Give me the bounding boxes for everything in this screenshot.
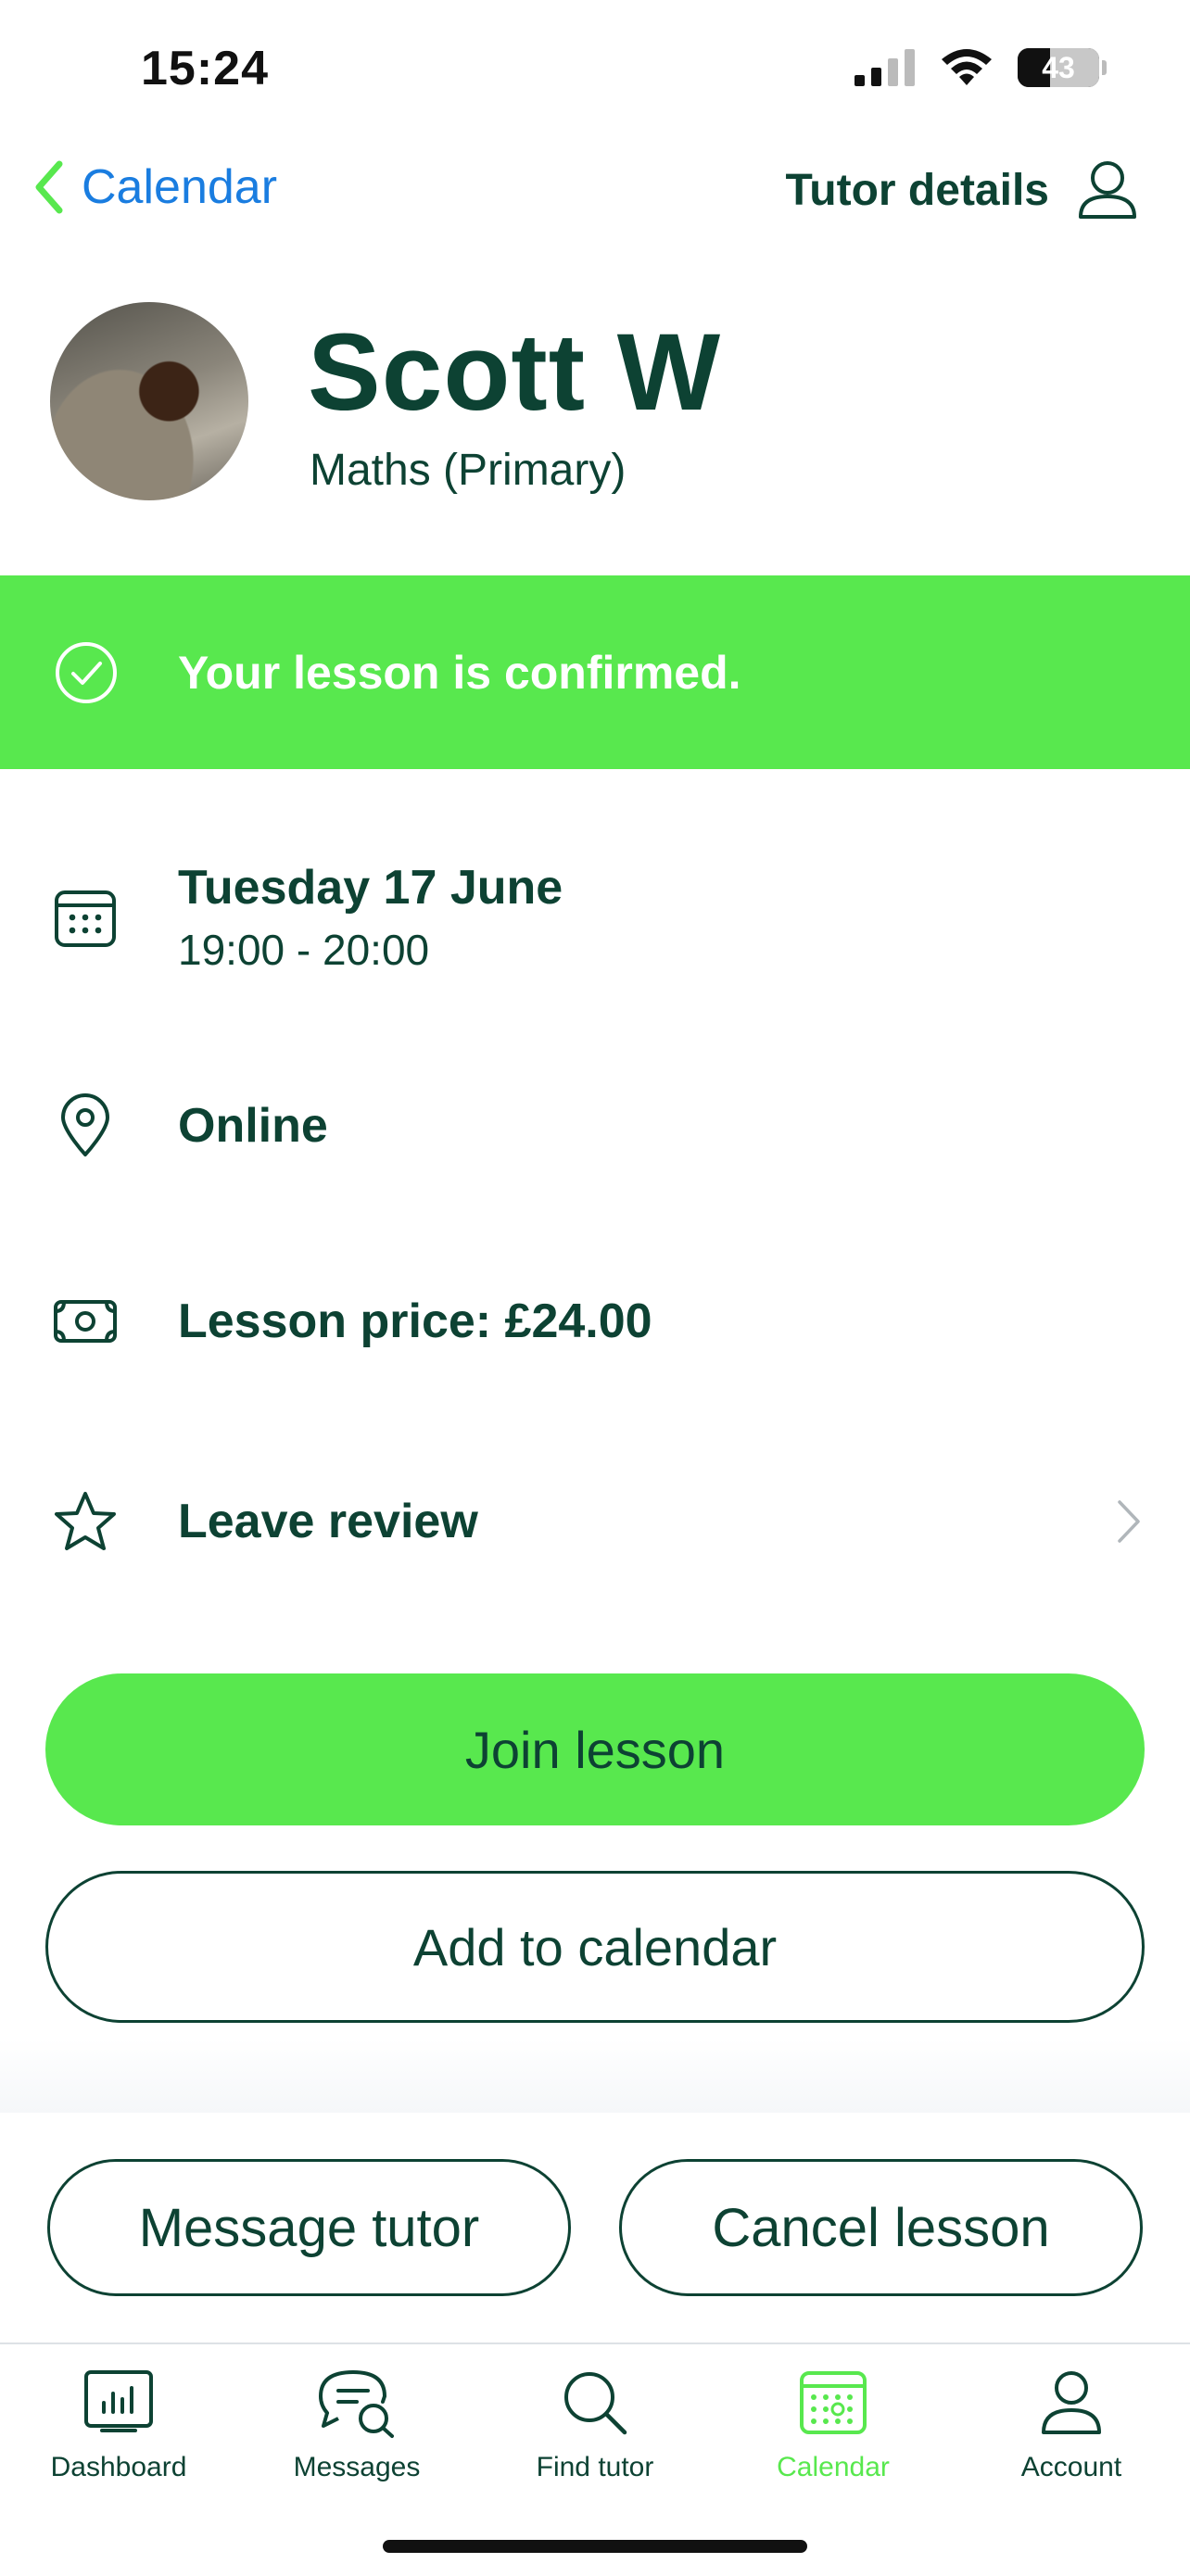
- confirmation-banner: Your lesson is confirmed.: [0, 575, 1190, 769]
- location-pin-icon: [61, 1093, 109, 1156]
- tab-find-tutor[interactable]: Find tutor: [476, 2363, 714, 2483]
- tutor-avatar: [50, 302, 248, 500]
- lesson-price: Lesson price: £24.00: [178, 1294, 652, 1348]
- leave-review-row[interactable]: Leave review: [0, 1483, 1190, 1560]
- banknote-icon: [54, 1300, 117, 1343]
- star-icon: [55, 1492, 116, 1550]
- battery-icon: 43: [1018, 48, 1107, 87]
- message-tutor-button[interactable]: Message tutor: [47, 2159, 571, 2296]
- account-icon: [1042, 2371, 1101, 2434]
- chevron-right-icon: [1118, 1500, 1140, 1543]
- add-to-calendar-button[interactable]: Add to calendar: [45, 1871, 1145, 2023]
- confirmation-text: Your lesson is confirmed.: [178, 646, 741, 699]
- lesson-date: Tuesday 17 June: [178, 861, 563, 915]
- lesson-location-row: Online: [0, 1093, 1190, 1158]
- tutor-details-button[interactable]: Tutor details: [786, 159, 1138, 221]
- search-icon: [564, 2372, 627, 2435]
- tab-label: Messages: [293, 2452, 421, 2482]
- leave-review-label: Leave review: [178, 1495, 478, 1548]
- tutor-details-label: Tutor details: [785, 165, 1049, 215]
- join-lesson-button[interactable]: Join lesson: [45, 1673, 1145, 1825]
- back-button[interactable]: Calendar: [33, 159, 277, 215]
- tab-label: Find tutor: [536, 2452, 654, 2482]
- lesson-datetime-row: Tuesday 17 June 19:00 - 20:00: [0, 860, 1190, 975]
- messages-icon: [318, 2369, 394, 2438]
- tab-label: Calendar: [777, 2452, 890, 2482]
- check-circle-icon: [56, 641, 117, 703]
- calendar-icon: [55, 890, 116, 947]
- dashboard-icon: [84, 2370, 153, 2432]
- tab-dashboard[interactable]: Dashboard: [0, 2363, 237, 2483]
- wifi-icon: [942, 49, 992, 85]
- cancel-lesson-button[interactable]: Cancel lesson: [619, 2159, 1143, 2296]
- status-time: 15:24: [141, 42, 269, 95]
- tab-messages[interactable]: Messages: [238, 2363, 475, 2483]
- lesson-price-row: Lesson price: £24.00: [0, 1294, 1190, 1349]
- back-label: Calendar: [82, 160, 278, 214]
- person-icon: [1079, 161, 1136, 219]
- tutor-subject: Maths (Primary): [310, 446, 627, 495]
- tab-account[interactable]: Account: [953, 2363, 1190, 2483]
- status-icons: 43: [855, 48, 1107, 87]
- home-indicator: [383, 2540, 807, 2553]
- lesson-time: 19:00 - 20:00: [178, 926, 430, 974]
- cellular-signal-icon: [855, 49, 915, 86]
- chevron-left-icon: [35, 160, 63, 214]
- calendar-icon: [800, 2371, 867, 2434]
- divider-fade: [0, 2039, 1190, 2113]
- lesson-location: Online: [178, 1099, 328, 1153]
- tab-calendar[interactable]: Calendar: [715, 2363, 952, 2483]
- tab-label: Dashboard: [50, 2452, 187, 2482]
- tab-label: Account: [1020, 2452, 1122, 2482]
- tutor-name: Scott W: [308, 311, 722, 434]
- battery-level: 43: [1042, 50, 1075, 84]
